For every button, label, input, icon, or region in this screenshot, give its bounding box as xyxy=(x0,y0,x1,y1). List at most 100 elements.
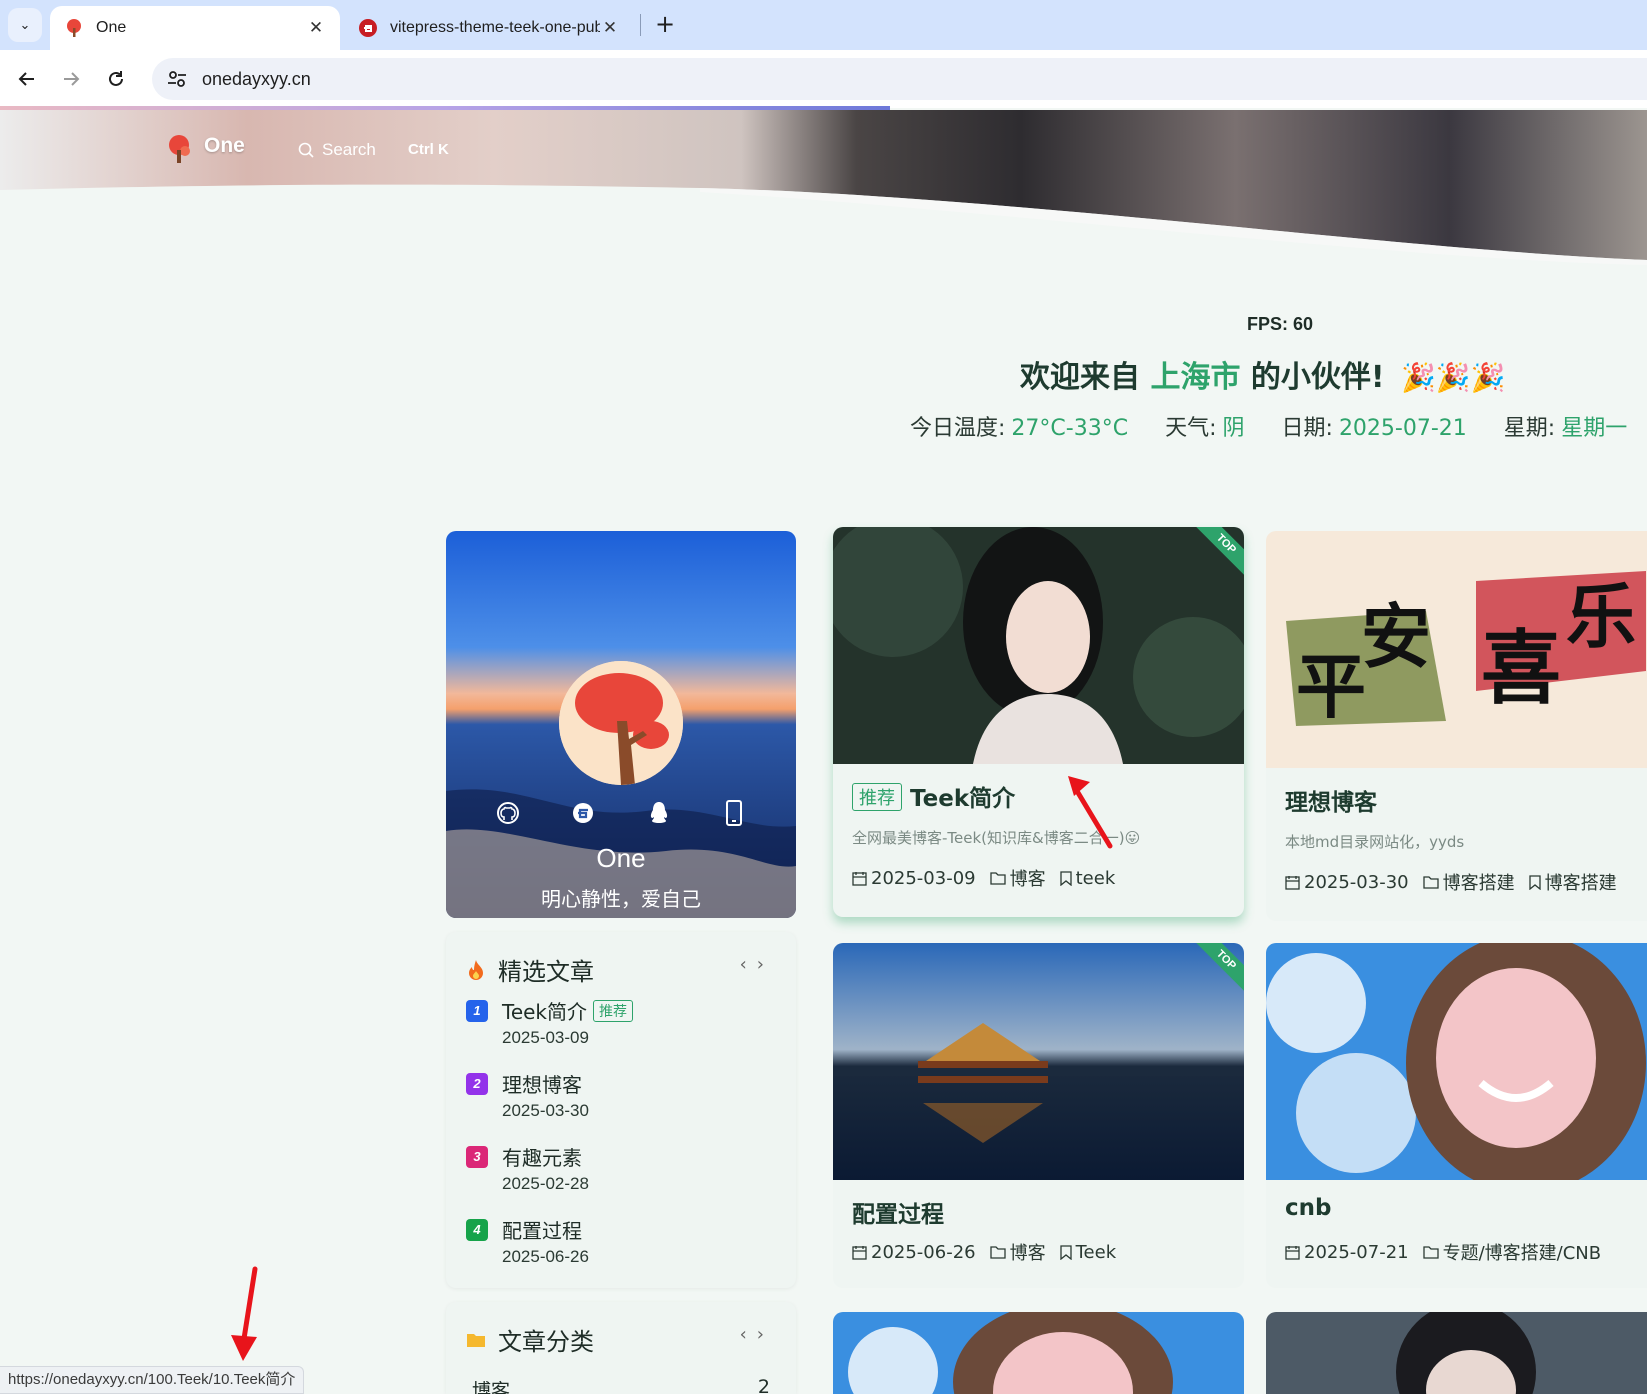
post-date-text: 2025-03-09 xyxy=(871,867,976,889)
post-category[interactable]: 博客 xyxy=(989,865,1046,891)
back-button[interactable] xyxy=(10,62,44,96)
post-category[interactable]: 博客搭建 xyxy=(1422,869,1515,895)
calendar-icon xyxy=(852,871,867,886)
post-category-text: 博客搭建 xyxy=(1442,873,1515,894)
reload-button[interactable] xyxy=(99,62,133,96)
post-card[interactable]: cnb 2025-07-21 专题/博客搭建/CNB xyxy=(1266,943,1647,1288)
post-title: 推荐 Teek简介 xyxy=(852,779,1015,813)
post-tag[interactable]: Teek xyxy=(1059,1241,1117,1263)
post-card[interactable] xyxy=(1266,1312,1647,1394)
folder-icon xyxy=(467,1333,485,1347)
category-count: 2 xyxy=(757,1376,770,1394)
search-button[interactable]: Search xyxy=(298,140,376,160)
weekday-label: 星期: xyxy=(1503,416,1556,441)
tab-one[interactable]: One ✕ xyxy=(50,6,340,50)
calendar-icon xyxy=(1285,875,1300,890)
post-category-text: 博客 xyxy=(1009,1243,1046,1264)
widget-pager[interactable]: ‹› xyxy=(740,1324,774,1345)
tab-title: One xyxy=(96,19,127,36)
post-date-text: 2025-03-30 xyxy=(1304,871,1409,893)
rank-badge: 1 xyxy=(466,1000,488,1022)
arrow-right-icon xyxy=(64,72,80,86)
phone-icon[interactable] xyxy=(720,799,748,827)
svg-text:安: 安 xyxy=(1361,595,1431,678)
new-tab-button[interactable]: + xyxy=(650,10,680,40)
tab-search-button[interactable]: ⌄ xyxy=(8,8,42,42)
post-date-text: 2025-07-21 xyxy=(1304,1241,1409,1263)
reload-icon xyxy=(109,71,123,86)
widget-header: 文章分类 xyxy=(466,1322,594,1357)
post-description: 全网最美博客-Teek(知识库&博客二合一)😛 xyxy=(852,829,1141,847)
party-popper-icon: 🎉🎉🎉 xyxy=(1401,361,1506,394)
weather-value: 阴 xyxy=(1222,416,1245,441)
welcome-greeting: 欢迎来自 上海市 的小伙伴! 🎉🎉🎉 xyxy=(1020,352,1506,396)
search-shortcut: Ctrl K xyxy=(408,141,449,158)
post-card[interactable]: 平 安 喜 乐 理想博客 本地md目录网站化，yyds 2025-03-30 博… xyxy=(1266,531,1647,921)
fire-icon xyxy=(469,959,483,980)
post-category-text: 博客 xyxy=(1009,869,1046,890)
chevron-right-icon[interactable]: › xyxy=(757,1324,774,1345)
avatar[interactable] xyxy=(559,661,683,785)
profile-card: One 明心静性，爱自己 xyxy=(446,531,796,918)
social-links xyxy=(446,799,796,827)
fps-counter: FPS: 60 xyxy=(1246,314,1314,334)
post-meta: 2025-07-21 专题/博客搭建/CNB xyxy=(1285,1239,1615,1265)
tab-title: vitepress-theme-teek-one-public xyxy=(390,19,600,36)
site-logo-text[interactable]: One xyxy=(204,134,245,158)
post-tag-text: Teek xyxy=(1075,1241,1117,1263)
tree-logo-icon[interactable] xyxy=(164,134,194,164)
svg-text:喜: 喜 xyxy=(1481,621,1561,715)
tab-vitepress[interactable]: vitepress-theme-teek-one-public ✕ xyxy=(344,6,634,50)
chevron-left-icon[interactable]: ‹ xyxy=(740,1324,757,1345)
post-date: 2025-03-30 xyxy=(1285,872,1409,893)
post-meta: 2025-06-26 博客 Teek xyxy=(852,1239,1130,1265)
github-icon[interactable] xyxy=(494,799,522,827)
site-info-icon[interactable] xyxy=(166,68,188,90)
post-date: 2025-07-21 xyxy=(1285,1242,1409,1263)
close-tab-icon[interactable]: ✕ xyxy=(600,18,620,38)
status-bar-url: https://onedayxyy.cn/100.Teek/10.Teek简介 xyxy=(0,1366,305,1394)
post-meta: 2025-03-09 博客 teek xyxy=(852,865,1129,891)
svg-text:乐: 乐 xyxy=(1566,575,1636,658)
bookmark-icon xyxy=(1059,870,1072,886)
post-category-text: 专题/博客搭建/CNB xyxy=(1442,1243,1602,1264)
gitee-favicon-icon xyxy=(359,19,377,37)
post-tag[interactable]: 博客搭建 xyxy=(1528,869,1617,895)
greeting-prefix: 欢迎来自 xyxy=(1020,360,1140,395)
post-tag[interactable]: teek xyxy=(1059,867,1116,889)
address-bar[interactable]: onedayxyy.cn xyxy=(152,58,1647,100)
post-date-text: 2025-06-26 xyxy=(871,1241,976,1263)
tree-favicon-icon xyxy=(67,19,81,37)
widget-pager[interactable]: ‹› xyxy=(740,954,774,975)
post-meta: 2025-03-30 博客搭建 博客搭建 xyxy=(1285,869,1631,895)
post-card[interactable]: TOP 配置过程 2025-06-26 博客 Teek xyxy=(833,943,1244,1288)
widget-header: 精选文章 xyxy=(466,952,594,987)
category-name: 博客 xyxy=(472,1380,511,1394)
temp-label: 今日温度: xyxy=(910,416,1006,441)
category-item[interactable]: 博客 2 xyxy=(472,1376,770,1394)
post-card[interactable]: TOP 推荐 Teek简介 全网最美博客-Teek(知识库&博客二合一)😛 202… xyxy=(833,527,1244,917)
chevron-left-icon[interactable]: ‹ xyxy=(740,954,757,975)
post-date: 2025-03-09 xyxy=(852,868,976,889)
temp-value: 27°C-33°C xyxy=(1011,416,1129,441)
qq-icon[interactable] xyxy=(645,799,673,827)
bookmark-icon xyxy=(1528,874,1541,890)
post-card[interactable] xyxy=(833,1312,1244,1394)
featured-title-text: Teek简介 xyxy=(502,1000,588,1024)
recommend-tag: 推荐 xyxy=(852,783,902,811)
profile-motto: 明心静性，爱自己 xyxy=(541,887,701,911)
post-category[interactable]: 专题/博客搭建/CNB xyxy=(1422,1239,1602,1265)
featured-title: 理想博客 xyxy=(502,1073,582,1097)
gitee-icon[interactable] xyxy=(569,799,597,827)
featured-date: 2025-03-30 xyxy=(502,1101,589,1120)
annotation-arrow-icon xyxy=(231,1266,258,1361)
tab-separator xyxy=(640,14,641,36)
forward-button[interactable] xyxy=(54,62,88,96)
chevron-right-icon[interactable]: › xyxy=(757,954,774,975)
folder-outline-icon xyxy=(1422,876,1439,889)
close-tab-icon[interactable]: ✕ xyxy=(306,18,326,38)
post-tag-text: teek xyxy=(1075,867,1116,889)
post-category[interactable]: 博客 xyxy=(989,1239,1046,1265)
tree-avatar-icon xyxy=(559,661,683,785)
address-text[interactable]: onedayxyy.cn xyxy=(202,69,311,90)
